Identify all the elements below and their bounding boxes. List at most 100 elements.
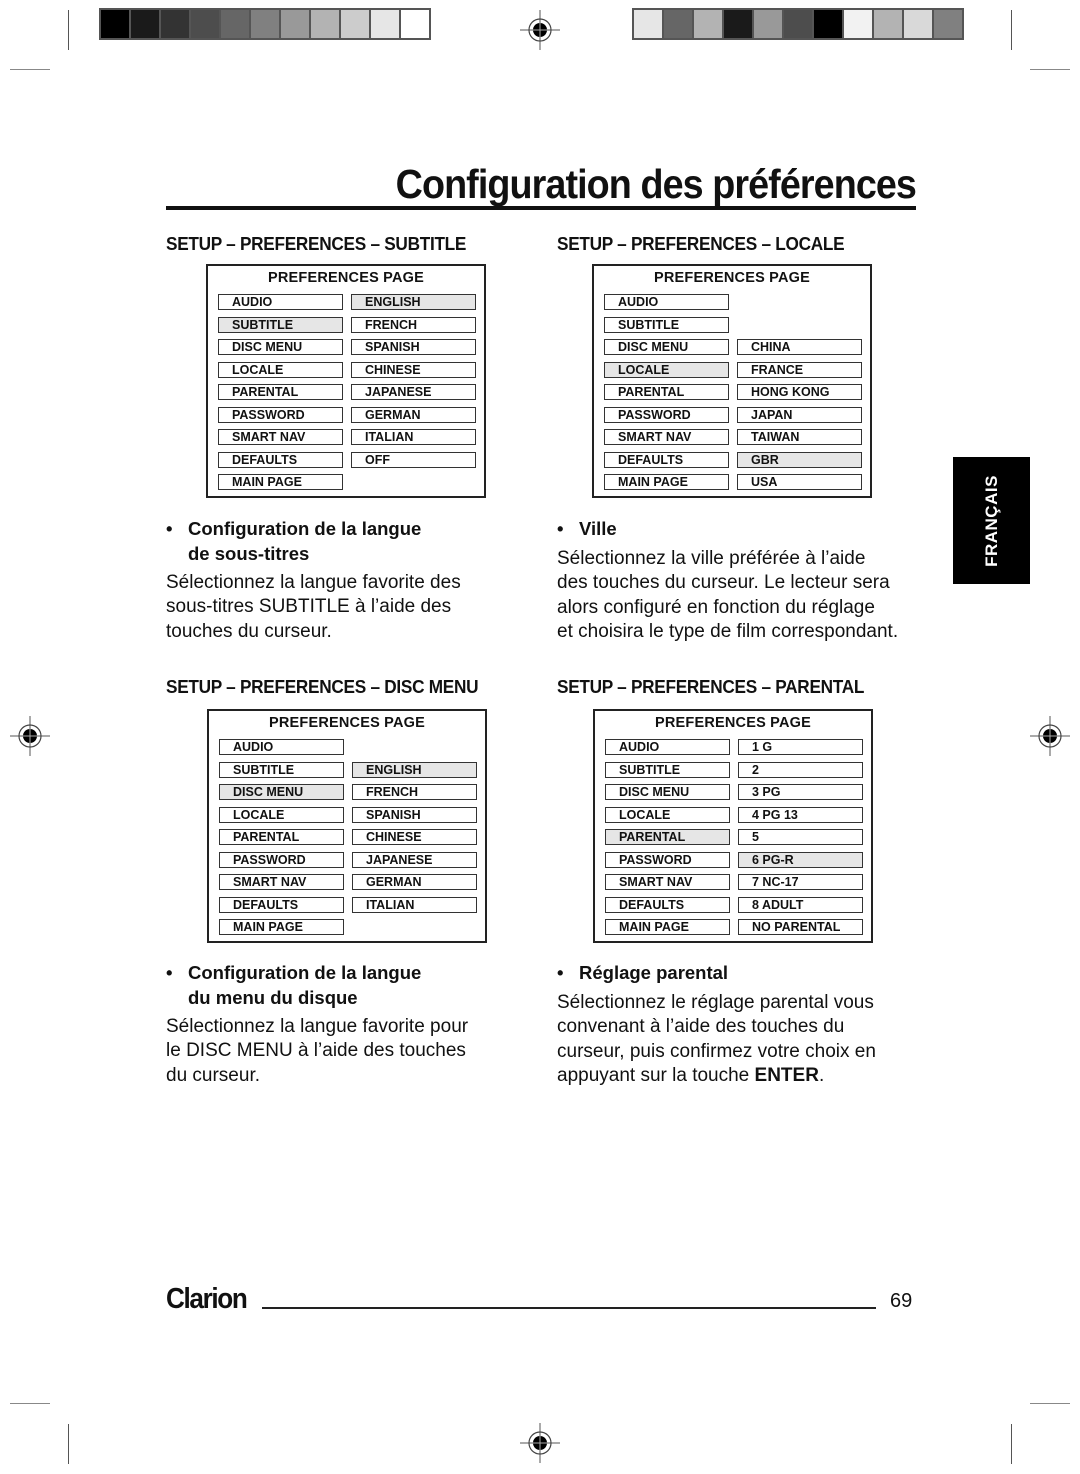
bullet-icon: • xyxy=(557,962,564,983)
option-item[interactable]: ITALIAN xyxy=(351,429,476,445)
option-item[interactable]: NO PARENTAL xyxy=(738,919,863,935)
menu-item-main-page[interactable]: MAIN PAGE xyxy=(605,919,730,935)
menu-item-main-page[interactable]: MAIN PAGE xyxy=(218,474,343,490)
option-item[interactable]: JAPAN xyxy=(737,406,862,423)
option-item[interactable]: 8 ADULT xyxy=(738,896,863,913)
menu-item-password[interactable]: PASSWORD xyxy=(219,851,344,868)
menu-item-smart-nav[interactable]: SMART NAV xyxy=(218,429,343,445)
description-line: Sélectionnez la langue favorite pour xyxy=(166,1015,468,1039)
color-swatch xyxy=(724,10,752,38)
description-line: alors configuré en fonction du réglage xyxy=(557,596,898,620)
description-text: Sélectionnez la langue favorite pour xyxy=(166,1016,469,1037)
menu-item-disc-menu[interactable]: DISC MENU xyxy=(604,339,729,355)
option-item[interactable]: GERMAN xyxy=(351,406,476,423)
description-line: du curseur. xyxy=(166,1064,468,1088)
bullet-heading: • Ville xyxy=(557,517,617,542)
menu-item-subtitle[interactable]: SUBTITLE xyxy=(605,761,730,778)
option-item[interactable]: JAPANESE xyxy=(352,851,477,868)
option-item[interactable]: CHINESE xyxy=(351,361,476,378)
menu-item-password[interactable]: PASSWORD xyxy=(218,406,343,423)
option-item[interactable]: FRENCH xyxy=(351,316,476,333)
menu-item-parental[interactable]: PARENTAL xyxy=(604,384,729,400)
menu-item-password[interactable]: PASSWORD xyxy=(605,851,730,868)
page-number: 69 xyxy=(890,1290,913,1312)
option-item[interactable]: JAPANESE xyxy=(351,384,476,400)
description-text: Sélectionnez la ville préférée à l’aide xyxy=(557,548,866,569)
menu-item-smart-nav[interactable]: SMART NAV xyxy=(604,429,729,445)
option-item[interactable]: OFF xyxy=(351,451,476,468)
option-item[interactable]: ENGLISH xyxy=(351,294,476,310)
menu-item-defaults[interactable]: DEFAULTS xyxy=(219,896,344,913)
option-item[interactable]: 1 G xyxy=(738,739,863,755)
menu-item-audio[interactable]: AUDIO xyxy=(219,739,344,755)
menu-item-audio[interactable]: AUDIO xyxy=(218,294,343,310)
menu-item-password[interactable]: PASSWORD xyxy=(604,406,729,423)
menu-item-disc-menu[interactable]: DISC MENU xyxy=(219,784,344,800)
color-calibration-bar-right xyxy=(632,8,964,40)
crop-mark xyxy=(1030,69,1070,70)
description-line: appuyant sur la touche ENTER. xyxy=(557,1064,876,1088)
option-item[interactable]: 6 PG-R xyxy=(738,851,863,868)
color-calibration-bar-left xyxy=(99,8,431,40)
menu-title: PREFERENCES PAGE xyxy=(653,270,811,286)
enter-key-label: ENTER xyxy=(754,1064,819,1086)
description-line: Sélectionnez le réglage parental vous xyxy=(557,991,876,1015)
bullet-heading: • Réglage parental xyxy=(557,961,728,986)
option-item[interactable]: GBR xyxy=(737,451,862,468)
option-item[interactable]: ENGLISH xyxy=(352,761,477,778)
menu-item-parental[interactable]: PARENTAL xyxy=(218,384,343,400)
menu-item-defaults[interactable]: DEFAULTS xyxy=(218,451,343,468)
menu-item-audio[interactable]: AUDIO xyxy=(604,294,729,310)
color-swatch xyxy=(131,10,159,38)
menu-item-locale[interactable]: LOCALE xyxy=(604,361,729,378)
option-item[interactable]: 3 PG xyxy=(738,784,863,800)
option-item[interactable]: 2 xyxy=(738,761,863,778)
menu-item-subtitle[interactable]: SUBTITLE xyxy=(219,761,344,778)
menu-item-disc-menu[interactable]: DISC MENU xyxy=(605,784,730,800)
option-item[interactable]: 7 NC-17 xyxy=(738,874,863,890)
menu-item-main-page[interactable]: MAIN PAGE xyxy=(604,474,729,490)
description-text: appuyant sur la touche xyxy=(557,1064,755,1086)
option-item[interactable]: 5 xyxy=(738,829,863,845)
menu-item-locale[interactable]: LOCALE xyxy=(605,806,730,823)
menu-item-defaults[interactable]: DEFAULTS xyxy=(605,896,730,913)
menu-item-main-page[interactable]: MAIN PAGE xyxy=(219,919,344,935)
color-swatch xyxy=(281,10,309,38)
option-item[interactable]: 4 PG 13 xyxy=(738,806,863,823)
option-item[interactable]: USA xyxy=(737,474,862,490)
section-heading: SETUP – PREFERENCES – DISC MENU xyxy=(166,676,479,697)
description-line: touches du curseur. xyxy=(166,620,461,644)
menu-item-smart-nav[interactable]: SMART NAV xyxy=(219,874,344,890)
menu-item-locale[interactable]: LOCALE xyxy=(218,361,343,378)
color-swatch xyxy=(904,10,932,38)
menu-item-locale[interactable]: LOCALE xyxy=(219,806,344,823)
menu-item-disc-menu[interactable]: DISC MENU xyxy=(218,339,343,355)
description-text: sous-titres SUBTITLE à l’aide des xyxy=(166,596,452,618)
bullet-text: Ville xyxy=(579,518,617,539)
menu-item-parental[interactable]: PARENTAL xyxy=(219,829,344,845)
menu-item-subtitle[interactable]: SUBTITLE xyxy=(218,316,343,333)
color-swatch xyxy=(754,10,782,38)
option-item[interactable]: SPANISH xyxy=(352,806,477,823)
option-item[interactable]: FRANCE xyxy=(737,361,862,378)
menu-item-parental[interactable]: PARENTAL xyxy=(605,829,730,845)
description-line: curseur, puis confirmez votre choix en xyxy=(557,1040,876,1064)
preferences-page-menu: PREFERENCES PAGE AUDIO SUBTITLE DISC MENU LO… xyxy=(593,709,873,943)
color-swatch xyxy=(401,10,429,38)
option-item[interactable]: FRENCH xyxy=(352,784,477,800)
option-item[interactable]: SPANISH xyxy=(351,339,476,355)
option-item[interactable]: CHINESE xyxy=(352,829,477,845)
menu-item-defaults[interactable]: DEFAULTS xyxy=(604,451,729,468)
option-item[interactable]: GERMAN xyxy=(352,874,477,890)
page-title: Configuration des préférences xyxy=(395,161,917,207)
menu-item-subtitle[interactable]: SUBTITLE xyxy=(604,316,729,333)
description-line: Sélectionnez la ville préférée à l’aide xyxy=(557,547,898,571)
menu-item-audio[interactable]: AUDIO xyxy=(605,739,730,755)
option-item[interactable]: TAIWAN xyxy=(737,429,862,445)
option-item[interactable]: CHINA xyxy=(737,339,862,355)
bullet-heading: • Configuration de la langue du menu du di… xyxy=(166,961,421,1010)
option-item[interactable]: HONG KONG xyxy=(737,384,862,400)
menu-item-smart-nav[interactable]: SMART NAV xyxy=(605,874,730,890)
menu-title: PREFERENCES PAGE xyxy=(268,715,426,731)
option-item[interactable]: ITALIAN xyxy=(352,896,477,913)
